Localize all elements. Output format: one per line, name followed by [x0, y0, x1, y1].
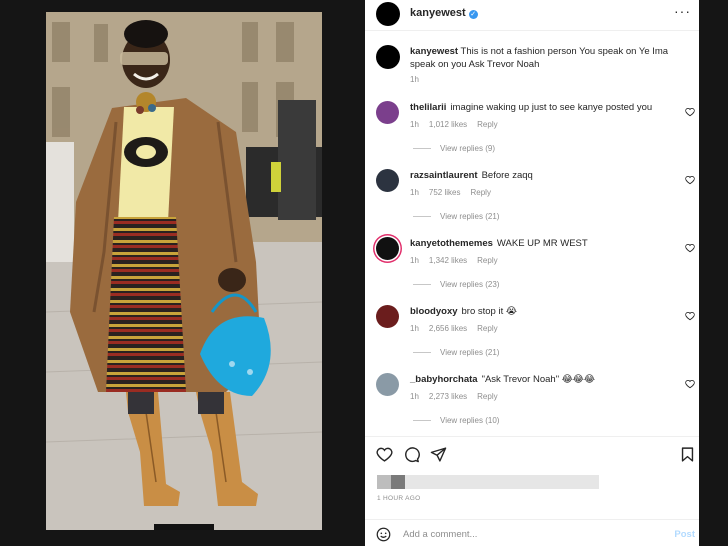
comment-likes[interactable]: 2,273 likes	[429, 392, 467, 401]
comment-username[interactable]: thelilarii	[410, 102, 446, 113]
comment-meta: 1h 2,656 likes Reply	[410, 324, 508, 333]
heart-icon[interactable]	[685, 311, 695, 321]
post-photo	[46, 12, 322, 530]
post-actions: 1 HOUR AGO Add a comment... Post	[365, 436, 699, 546]
likes-summary-redacted	[377, 475, 599, 489]
comment-body: imagine waking up just to see kanye post…	[450, 102, 653, 113]
post-timestamp: 1 HOUR AGO	[377, 495, 421, 502]
comment-body: Before zaqq	[481, 170, 533, 181]
commenter-avatar[interactable]	[376, 305, 399, 328]
verified-badge-icon: ✓	[468, 10, 478, 19]
comment-text: kanyetothememes WAKE UP MR WEST	[410, 238, 665, 250]
post-comment-button[interactable]: Post	[674, 529, 695, 540]
comment-item: razsaintlaurent Before zaqq 1h 752 likes Re…	[365, 169, 699, 237]
heart-icon[interactable]	[685, 107, 695, 117]
add-comment-bar: Add a comment... Post	[365, 519, 699, 546]
paper-plane-icon[interactable]	[430, 446, 447, 463]
view-replies-button[interactable]: View replies (23)	[413, 280, 499, 289]
comment-username[interactable]: kanyetothememes	[410, 238, 493, 249]
emoji-icon[interactable]	[376, 527, 391, 542]
comment-likes[interactable]: 1,342 likes	[429, 256, 467, 265]
comment-username[interactable]: bloodyoxy	[410, 306, 458, 317]
comment-body: WAKE UP MR WEST	[496, 238, 588, 249]
comment-text: bloodyoxy bro stop it 😭	[410, 306, 665, 318]
comment-item: kanyetothememes WAKE UP MR WEST 1h 1,342 l…	[365, 237, 699, 305]
comment-likes[interactable]: 2,656 likes	[429, 324, 467, 333]
comment-likes[interactable]: 1,012 likes	[429, 120, 467, 129]
author-avatar[interactable]	[376, 2, 400, 26]
comment-item: thelilarii imagine waking up just to see …	[365, 101, 699, 169]
comment-time: 1h	[410, 392, 419, 401]
comment-username[interactable]: razsaintlaurent	[410, 170, 478, 181]
heart-icon[interactable]	[376, 446, 393, 463]
comment-meta: 1h 752 likes Reply	[410, 188, 501, 197]
comment-text: _babyhorchata "Ask Trevor Noah" 😂😂😂	[410, 374, 665, 386]
comment-item: bloodyoxy bro stop it 😭 1h 2,656 likes Repl…	[365, 305, 699, 373]
right-backdrop	[699, 0, 728, 546]
commenter-avatar[interactable]	[376, 101, 399, 124]
commenter-avatar[interactable]	[376, 373, 399, 396]
comment-username[interactable]: _babyhorchata	[410, 374, 478, 385]
comment-item: _babyhorchata "Ask Trevor Noah" 😂😂😂 1h 2,2…	[365, 373, 699, 441]
bookmark-icon[interactable]	[679, 446, 696, 463]
heart-icon[interactable]	[685, 243, 695, 253]
author-username[interactable]: kanyewest ✓	[410, 7, 478, 19]
caption-username[interactable]: kanyewest	[410, 46, 458, 57]
comment-meta: 1h 1,342 likes Reply	[410, 256, 508, 265]
reply-button[interactable]: Reply	[477, 120, 497, 129]
post-panel: kanyewest ✓ ··· kanyewest This is not a f…	[365, 0, 699, 546]
view-replies-button[interactable]: View replies (10)	[413, 416, 499, 425]
comment-time: 1h	[410, 256, 419, 265]
view-replies-button[interactable]: View replies (21)	[413, 212, 499, 221]
comment-meta: 1h 2,273 likes Reply	[410, 392, 508, 401]
comment-time: 1h	[410, 324, 419, 333]
comment-bubble-icon[interactable]	[403, 446, 420, 463]
comment-body: bro stop it 😭	[461, 306, 517, 317]
more-options-icon[interactable]: ···	[674, 3, 691, 19]
heart-icon[interactable]	[685, 175, 695, 185]
post-header: kanyewest ✓ ···	[365, 0, 699, 31]
reply-button[interactable]: Reply	[477, 324, 497, 333]
comment-text: razsaintlaurent Before zaqq	[410, 170, 665, 182]
reply-button[interactable]: Reply	[477, 256, 497, 265]
reply-button[interactable]: Reply	[470, 188, 490, 197]
caption-avatar[interactable]	[376, 45, 400, 69]
view-replies-button[interactable]: View replies (9)	[413, 144, 495, 153]
heart-icon[interactable]	[685, 379, 695, 389]
reply-button[interactable]: Reply	[477, 392, 497, 401]
caption-time: 1h	[410, 75, 419, 84]
comment-likes[interactable]: 752 likes	[429, 188, 461, 197]
comment-time: 1h	[410, 188, 419, 197]
view-replies-button[interactable]: View replies (21)	[413, 348, 499, 357]
comment-meta: 1h 1,012 likes Reply	[410, 120, 508, 129]
caption-text: kanyewest This is not a fashion person Y…	[410, 45, 680, 71]
commenter-avatar[interactable]	[376, 169, 399, 192]
commenter-avatar[interactable]	[376, 237, 399, 260]
comment-body: "Ask Trevor Noah" 😂😂😂	[481, 374, 596, 385]
comment-text: thelilarii imagine waking up just to see …	[410, 102, 665, 114]
comment-input[interactable]: Add a comment...	[403, 529, 477, 540]
comment-time: 1h	[410, 120, 419, 129]
